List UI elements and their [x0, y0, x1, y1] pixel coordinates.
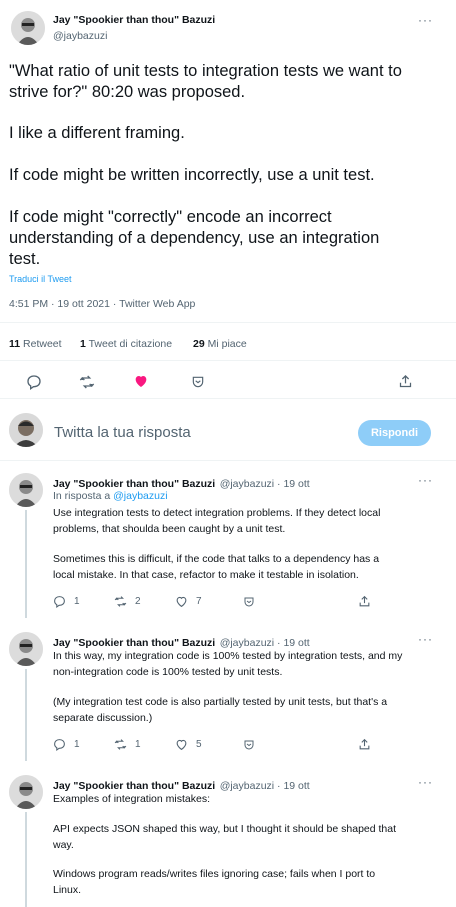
retweet-count: 2 — [135, 596, 141, 607]
reply-line: API expects JSON shaped this way, but I … — [53, 823, 397, 835]
reply-to-line: In risposta a @jaybazuzi — [53, 490, 168, 502]
reply-line: Sometimes this is difficult, if the code… — [53, 553, 380, 565]
share-icon[interactable] — [358, 738, 371, 751]
tweet-line: "What ratio of unit tests to integration… — [9, 62, 402, 80]
tweet-line: If code might "correctly" encode an inco… — [9, 208, 332, 226]
thread-line — [25, 812, 27, 907]
retweets-count: 11 — [9, 338, 21, 350]
reply-action[interactable]: 1 — [53, 738, 80, 751]
divider — [0, 360, 456, 361]
reply-author-name[interactable]: Jay "Spookier than thou" Bazuzi — [53, 478, 215, 490]
share-icon[interactable] — [358, 595, 371, 608]
tweet-line: I like a different framing. — [9, 124, 185, 142]
reply-line: In this way, my integration code is 100%… — [53, 650, 403, 662]
author-name[interactable]: Jay "Spookier than thou" Bazuzi — [53, 14, 215, 26]
reply-avatar[interactable] — [9, 775, 43, 809]
tweet-line: If code might be written incorrectly, us… — [9, 166, 375, 184]
likes-label: Mi piace — [207, 338, 247, 350]
reply-icon — [54, 739, 65, 751]
retweet-icon — [114, 739, 127, 750]
likes-count: 29 — [193, 338, 205, 350]
retweet-action[interactable]: 1 — [114, 738, 141, 751]
thread-line — [25, 669, 27, 761]
retweet-icon — [114, 596, 127, 607]
translate-tweet-link[interactable]: Traduci il Tweet — [9, 274, 72, 284]
bookmark-icon[interactable] — [243, 596, 255, 608]
like-icon — [176, 596, 187, 608]
likes-stat[interactable]: 29 Mi piace — [193, 338, 247, 350]
reply-line: Use integration tests to detect integrat… — [53, 507, 381, 519]
reply-line: Linux. — [53, 884, 82, 896]
reply-handle-time[interactable]: @jaybazuzi · 19 ott — [220, 478, 310, 490]
like-count: 5 — [196, 739, 202, 750]
reply-action[interactable]: 1 — [53, 595, 80, 608]
reply-line: separate discussion.) — [53, 712, 153, 724]
retweets-stat[interactable]: 11 Retweet — [9, 338, 62, 350]
retweet-count: 1 — [135, 739, 141, 750]
author-handle[interactable]: @jaybazuzi — [53, 30, 107, 42]
tweet-line: strive for?" 80:20 was proposed. — [9, 83, 246, 101]
reply-line: way. — [53, 839, 74, 851]
more-options-icon[interactable]: ··· — [418, 13, 433, 27]
like-icon — [176, 739, 187, 751]
reply-line: non-integration code is 100% tested by u… — [53, 666, 283, 678]
more-options-icon[interactable]: ··· — [418, 632, 433, 646]
share-icon[interactable] — [398, 374, 413, 389]
tweet-line: understanding of a dependency, use an in… — [9, 229, 380, 247]
reply-icon[interactable] — [26, 374, 42, 390]
compose-input[interactable]: Twitta la tua risposta — [54, 424, 191, 441]
reply-line: problems, that shoulda been caught by a … — [53, 523, 286, 535]
reply-count: 1 — [74, 596, 80, 607]
bookmark-icon[interactable] — [191, 375, 205, 389]
reply-avatar[interactable] — [9, 473, 43, 507]
retweets-label: Retweet — [23, 338, 62, 350]
author-avatar[interactable] — [11, 11, 45, 45]
quotes-stat[interactable]: 1 Tweet di citazione — [80, 338, 172, 350]
more-options-icon[interactable]: ··· — [418, 473, 433, 487]
tweet-line: test. — [9, 250, 41, 268]
reply-line: Windows program reads/writes files ignor… — [53, 868, 376, 880]
divider — [0, 460, 456, 461]
user-avatar[interactable] — [9, 413, 43, 447]
like-action[interactable]: 7 — [175, 595, 202, 608]
reply-handle-time[interactable]: @jaybazuzi · 19 ott — [220, 780, 310, 792]
reply-icon — [54, 596, 65, 608]
divider — [0, 322, 456, 323]
tweet-timestamp[interactable]: 4:51 PM · 19 ott 2021 · Twitter Web App — [9, 298, 195, 310]
reply-line: Examples of integration mistakes: — [53, 793, 210, 805]
reply-count: 1 — [74, 739, 80, 750]
more-options-icon[interactable]: ··· — [418, 775, 433, 789]
reply-line: (My integration test code is also partia… — [53, 696, 388, 708]
retweet-action[interactable]: 2 — [114, 595, 141, 608]
reply-line: local mistake. In that case, refactor to… — [53, 569, 359, 581]
reply-to-handle[interactable]: @jaybazuzi — [113, 490, 167, 502]
bookmark-icon[interactable] — [243, 739, 255, 751]
quotes-count: 1 — [80, 338, 86, 350]
like-icon[interactable] — [133, 373, 149, 389]
thread-line — [25, 510, 27, 618]
quotes-label: Tweet di citazione — [88, 338, 173, 350]
like-action[interactable]: 5 — [175, 738, 202, 751]
like-count: 7 — [196, 596, 202, 607]
retweet-icon[interactable] — [79, 374, 95, 390]
divider — [0, 398, 456, 399]
reply-button[interactable]: Rispondi — [358, 420, 431, 446]
reply-avatar[interactable] — [9, 632, 43, 666]
reply-to-prefix: In risposta a — [53, 490, 114, 502]
